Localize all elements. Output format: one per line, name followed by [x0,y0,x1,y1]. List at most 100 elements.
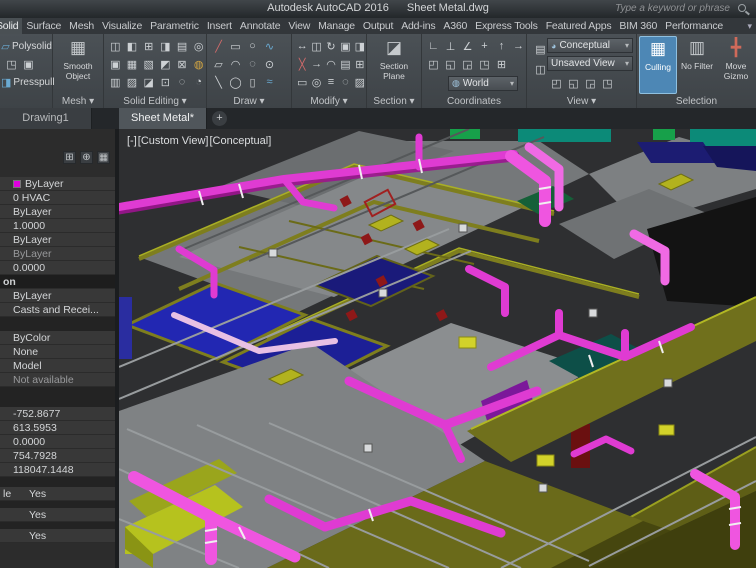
model-viewport[interactable]: [-][Custom View][Conceptual] [119,129,756,568]
viewport-two-icon[interactable]: ◱ [566,76,581,91]
construction-line-icon[interactable]: ╲ [211,75,226,90]
property-row[interactable]: Yes [0,508,115,522]
arc-icon[interactable]: ◠ [228,57,243,72]
property-row[interactable]: Casts and Recei... [0,303,115,317]
view-name-control[interactable]: [Custom View] [138,135,209,147]
menu-tab-a360[interactable]: A360 [439,18,471,34]
no-filter-button[interactable]: ▥ No Filter [678,36,716,94]
viewport-three-icon[interactable]: ◲ [583,76,598,91]
menu-tab-insert[interactable]: Insert [203,18,236,34]
select-objects-icon[interactable]: ▦ [97,150,110,164]
line-icon[interactable]: ╱ [211,39,226,54]
move-icon[interactable]: ↔ [296,39,308,54]
fillet-icon[interactable]: ◠ [325,57,337,72]
hatch-icon[interactable]: ≈ [262,75,277,90]
polysolid-button[interactable]: ▱ Polysolid [0,37,52,55]
property-row[interactable]: Yes [0,529,115,543]
coordinates-panel-label[interactable]: Coordinates [422,95,526,108]
offset-icon[interactable]: ◎ [310,75,322,90]
property-row[interactable]: ByLayer [0,289,115,303]
menu-tab-bim-360[interactable]: BIM 360 [615,18,661,34]
trim-icon[interactable]: ╳ [296,57,308,72]
pick-add-toggle-icon[interactable]: ⊕ [80,150,93,164]
visual-style-control[interactable]: [Conceptual] [210,135,272,147]
modify-panel-label[interactable]: Modify ▾ [292,95,366,108]
stretch-icon[interactable]: ⊞ [354,57,366,72]
viewport-single-icon[interactable]: ◰ [549,76,564,91]
extend-icon[interactable]: → [310,57,322,72]
menu-tab-visualize[interactable]: Visualize [98,18,146,34]
spline-icon[interactable]: ∿ [262,39,277,54]
slice-icon[interactable]: ◨ [158,39,173,54]
properties-category-header[interactable]: on [0,275,115,289]
property-row[interactable]: 0.0000 [0,261,115,275]
color-faces-icon[interactable]: ◍ [191,57,206,72]
file-tab-drawing1[interactable]: Drawing1 [0,108,92,129]
check-icon[interactable]: ⊡ [158,75,173,90]
interfere-icon[interactable]: ◎ [191,39,206,54]
culling-button[interactable]: ▦ Culling [639,36,677,94]
ucs-settings-icon[interactable]: ⊞ [494,57,509,72]
draw-panel-label[interactable]: Draw ▾ [207,95,291,108]
menu-tab-express-tools[interactable]: Express Tools [471,18,542,34]
menu-tab-manage[interactable]: Manage [314,18,359,34]
scale-icon[interactable]: ▣ [339,39,351,54]
rectangle-icon[interactable]: ▭ [228,39,243,54]
property-row[interactable]: ByLayer [0,177,115,191]
menu-tab-annotate[interactable]: Annotate [236,18,284,34]
menu-tab-surface[interactable]: Surface [22,18,65,34]
align-icon[interactable]: ≡ [325,75,337,90]
solid-history-icon[interactable]: ◳ [4,57,19,72]
property-row[interactable]: 1.0000 [0,219,115,233]
property-row[interactable]: Not available [0,373,115,387]
copy-icon[interactable]: ◫ [310,39,322,54]
ucs-world-icon[interactable]: ∟ [426,39,441,54]
ucs-previous-icon[interactable]: ◱ [443,57,458,72]
menu-tab-add-ins[interactable]: Add-ins [397,18,439,34]
search-input[interactable]: Type a keyword or phrase [615,3,730,14]
property-row[interactable]: le Yes [0,487,115,501]
ribbon-collapse-icon[interactable]: ▾ [747,18,752,34]
shell-icon[interactable]: ▥ [108,75,123,90]
ucs-view-icon[interactable]: + [477,39,492,54]
mesh-panel-label[interactable]: Mesh ▾ [53,95,103,108]
file-tab-sheet-metal[interactable]: Sheet Metal* [119,108,207,129]
presspull-button[interactable]: ◨ Presspull [0,73,55,91]
property-row[interactable]: None [0,345,115,359]
region-icon[interactable]: ▯ [245,75,260,90]
intersect-icon[interactable]: ⊞ [141,39,156,54]
ucs-face-icon[interactable]: ∠ [460,39,475,54]
ellipse-icon[interactable]: ◯ [228,75,243,90]
property-row[interactable]: 0.0000 [0,435,115,449]
menu-tab-view[interactable]: View [284,18,314,34]
delete-faces-icon[interactable]: ◩ [158,57,173,72]
named-view-dropdown[interactable]: Unsaved View ▾ [547,56,633,71]
ucs-origin-icon[interactable]: ⊥ [443,39,458,54]
point-icon[interactable]: ◌ [245,57,260,72]
menu-tab-solid[interactable]: Solid [0,18,23,34]
smooth-object-button[interactable]: ▦ Smooth Object [59,36,97,94]
section-plane-button[interactable]: ◪ Section Plane [375,36,413,94]
visual-style-dropdown[interactable]: ◕ Conceptual ▾ [547,38,633,53]
section-panel-label[interactable]: Section ▾ [367,95,421,108]
ucs-named-icon[interactable]: ◰ [426,57,441,72]
union-icon[interactable]: ◫ [108,39,123,54]
primitive-box-icon[interactable]: ▣ [21,57,36,72]
imprint-icon[interactable]: ◌ [175,75,190,90]
extrude-faces-icon[interactable]: ▣ [108,57,123,72]
viewport-configuration-icon[interactable]: ▤ [533,42,548,57]
thicken-icon[interactable]: ▤ [175,39,190,54]
viewport-menu-control[interactable]: [-] [127,135,137,147]
property-row[interactable]: 613.5953 [0,421,115,435]
ucs-3point-icon[interactable]: ◳ [477,57,492,72]
array-icon[interactable]: ▤ [339,57,351,72]
ucs-x-axis-icon[interactable]: → [511,39,526,54]
circle-icon[interactable]: ○ [245,39,260,54]
ucs-object-icon[interactable]: ◲ [460,57,475,72]
search-icon[interactable] [738,4,746,12]
quick-select-icon[interactable]: ⊞ [63,150,76,164]
offset-edge-icon[interactable]: ◔ [191,75,206,90]
donut-icon[interactable]: ⊙ [262,57,277,72]
drawing-canvas[interactable] [119,129,756,568]
property-row[interactable]: 754.7928 [0,449,115,463]
